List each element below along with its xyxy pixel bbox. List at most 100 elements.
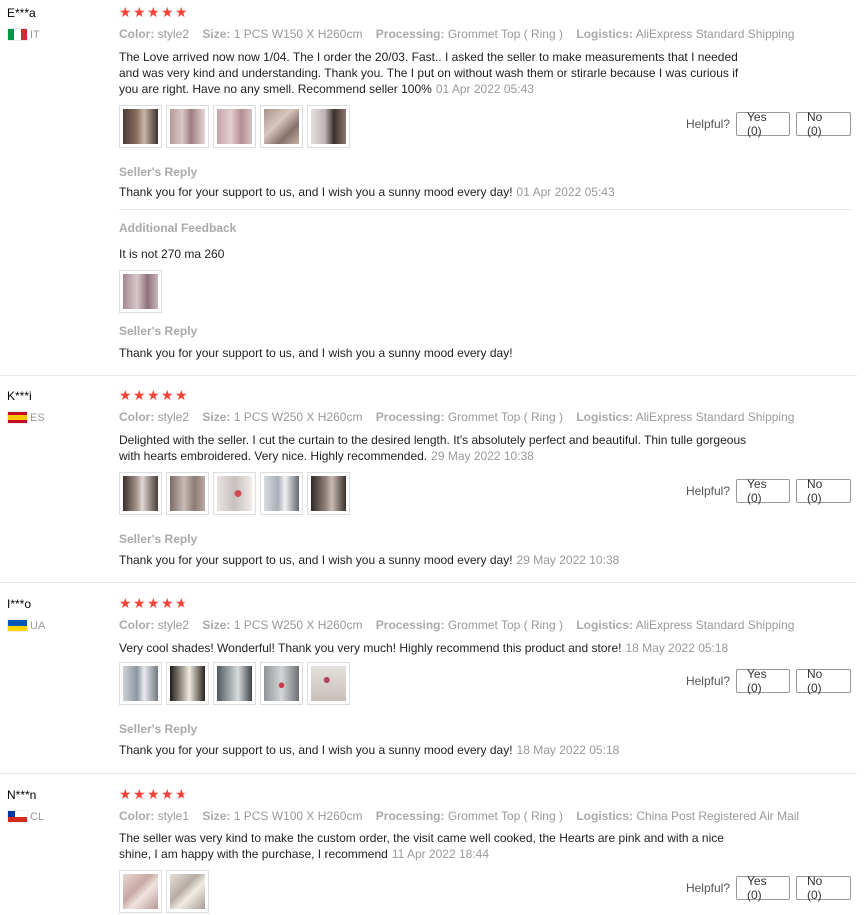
size-value: 1 PCS W250 X H260cm [233, 410, 363, 424]
star-icon: ★ [161, 595, 174, 611]
helpful-no-button[interactable]: No (0) [796, 477, 851, 505]
processing-value: Grommet Top ( Ring ) [447, 618, 563, 632]
logistics-value: AliExpress Standard Shipping [635, 618, 795, 632]
review-photo[interactable] [213, 472, 256, 515]
additional-feedback-label: Additional Feedback [119, 221, 237, 235]
helpful-label: Helpful? [685, 117, 730, 131]
review-photo[interactable] [166, 472, 209, 515]
star-icon: ★ [119, 595, 132, 611]
size-label: Size: [202, 809, 231, 823]
review-photos [119, 105, 350, 148]
helpful-label: Helpful? [685, 674, 730, 688]
helpful-no-button[interactable]: No (0) [796, 110, 851, 138]
review-photo[interactable] [166, 662, 209, 705]
half-star-icon: ★ [175, 786, 188, 802]
spain-flag-icon [7, 411, 28, 424]
review-photo[interactable] [260, 105, 303, 148]
reviewer-country: ES [7, 411, 45, 424]
star-icon: ★ [161, 786, 174, 802]
star-rating: ★ ★ ★ ★ ★ [119, 5, 189, 19]
review-photo[interactable] [307, 662, 350, 705]
review-photo[interactable] [119, 105, 162, 148]
review-date: 11 Apr 2022 18:44 [391, 847, 490, 861]
country-code: ES [30, 411, 45, 424]
color-label: Color: [119, 618, 155, 632]
reply-date: 29 May 2022 10:38 [516, 553, 620, 567]
helpful-yes-button[interactable]: Yes (0) [736, 667, 790, 695]
order-info: Color: style2 Size: 1 PCS W250 X H260cm … [119, 618, 794, 632]
helpful-yes-button[interactable]: Yes (0) [736, 874, 790, 902]
processing-label: Processing: [375, 618, 445, 632]
helpful-vote: Helpful? Yes (0) No (0) [685, 667, 851, 695]
size-value: 1 PCS W150 X H260cm [233, 27, 363, 41]
processing-value: Grommet Top ( Ring ) [447, 27, 563, 41]
color-value: style2 [157, 410, 190, 424]
review-photo[interactable] [166, 870, 209, 913]
order-info: Color: style2 Size: 1 PCS W250 X H260cm … [119, 410, 794, 424]
logistics-label: Logistics: [576, 809, 634, 823]
review-date: 18 May 2022 05:18 [625, 641, 729, 655]
review-item: N***n CL ★ ★ ★ ★ ★ Color: style1 Size: 1 PCS… [0, 782, 857, 915]
star-icon: ★ [133, 595, 146, 611]
star-icon: ★ [119, 387, 132, 403]
processing-label: Processing: [375, 809, 445, 823]
star-icon: ★ [161, 4, 174, 20]
helpful-vote: Helpful? Yes (0) No (0) [685, 874, 851, 902]
review-photo[interactable] [213, 105, 256, 148]
size-label: Size: [202, 27, 231, 41]
color-label: Color: [119, 809, 155, 823]
review-photo[interactable] [307, 105, 350, 148]
sellers-reply: Thank you for your support to us, and I … [119, 185, 615, 199]
size-value: 1 PCS W250 X H260cm [233, 618, 363, 632]
star-icon: ★ [175, 387, 188, 403]
review-photos [119, 662, 350, 705]
helpful-yes-button[interactable]: Yes (0) [736, 477, 790, 505]
review-photos [119, 472, 350, 515]
reply-date: 01 Apr 2022 05:43 [516, 185, 615, 199]
reviewer-name: E***a [7, 6, 36, 20]
reply-text: Thank you for your support to us, and I … [119, 743, 513, 757]
reviewer-info: I***o UA [7, 597, 45, 632]
sellers-reply-label: Seller's Reply [119, 722, 198, 736]
additional-feedback-text: It is not 270 ma 260 [119, 247, 225, 261]
helpful-label: Helpful? [685, 484, 730, 498]
processing-label: Processing: [375, 410, 445, 424]
country-code: IT [30, 28, 40, 41]
sellers-reply-label: Seller's Reply [119, 165, 198, 179]
review-photo[interactable] [260, 472, 303, 515]
reviewer-info: N***n CL [7, 788, 44, 823]
logistics-value: AliExpress Standard Shipping [635, 27, 795, 41]
ukraine-flag-icon [7, 619, 28, 632]
sellers-reply: Thank you for your support to us, and I … [119, 553, 619, 567]
helpful-yes-button[interactable]: Yes (0) [736, 110, 790, 138]
review-photo[interactable] [260, 662, 303, 705]
star-rating: ★ ★ ★ ★ ★ [119, 596, 189, 610]
color-value: style2 [157, 618, 190, 632]
sellers-reply: Thank you for your support to us, and I … [119, 743, 619, 757]
review-item: K***i ES ★ ★ ★ ★ ★ Color: style2 Size: 1 PCS… [0, 383, 857, 583]
review-photo[interactable] [119, 662, 162, 705]
review-photo[interactable] [213, 662, 256, 705]
star-icon: ★ [161, 387, 174, 403]
star-icon: ★ [133, 387, 146, 403]
star-icon: ★ [133, 4, 146, 20]
review-photo[interactable] [166, 105, 209, 148]
review-photo[interactable] [119, 472, 162, 515]
helpful-no-button[interactable]: No (0) [796, 667, 851, 695]
reviewer-info: E***a IT [7, 6, 40, 41]
reviewer-country: IT [7, 28, 40, 41]
review-photo[interactable] [307, 472, 350, 515]
review-photo[interactable] [119, 870, 162, 913]
helpful-label: Helpful? [685, 881, 730, 895]
review-photo[interactable] [119, 270, 162, 313]
review-date: 29 May 2022 10:38 [431, 449, 534, 463]
helpful-no-button[interactable]: No (0) [796, 874, 851, 902]
review-body: The Love arrived now now 1/04. The I ord… [119, 50, 739, 96]
divider [119, 209, 851, 210]
logistics-label: Logistics: [576, 27, 634, 41]
logistics-value: China Post Registered Air Mail [636, 809, 800, 823]
processing-label: Processing: [375, 27, 445, 41]
review-item: E***a IT ★ ★ ★ ★ ★ Color: style2 Size: 1 PCS… [0, 0, 857, 376]
star-rating: ★ ★ ★ ★ ★ [119, 787, 189, 801]
color-value: style1 [157, 809, 190, 823]
